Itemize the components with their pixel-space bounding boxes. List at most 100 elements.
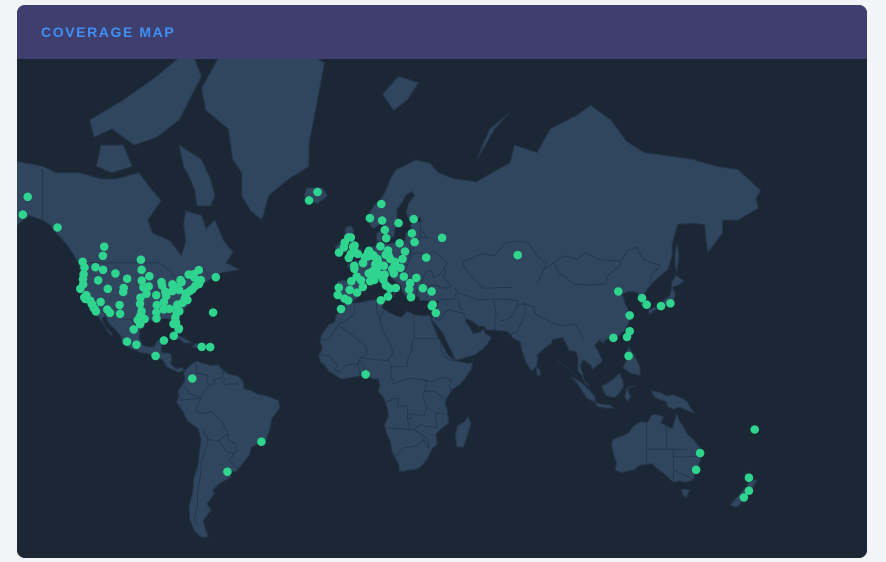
coverage-marker[interactable] <box>614 287 623 296</box>
coverage-marker[interactable] <box>739 493 749 502</box>
coverage-marker[interactable] <box>257 437 266 447</box>
coverage-marker[interactable] <box>431 308 441 318</box>
coverage-marker[interactable] <box>304 196 314 205</box>
coverage-marker[interactable] <box>96 297 105 307</box>
coverage-marker[interactable] <box>410 237 419 247</box>
coverage-marker[interactable] <box>78 257 87 267</box>
coverage-marker[interactable] <box>157 277 166 287</box>
coverage-marker[interactable] <box>184 270 193 279</box>
coverage-marker[interactable] <box>334 283 344 292</box>
coverage-marker[interactable] <box>370 271 380 280</box>
coverage-marker[interactable] <box>407 229 417 238</box>
coverage-marker[interactable] <box>380 225 390 235</box>
coverage-marker[interactable] <box>622 332 632 342</box>
coverage-marker[interactable] <box>513 250 522 260</box>
world-map[interactable] <box>17 59 867 558</box>
coverage-marker[interactable] <box>111 269 120 278</box>
coverage-marker[interactable] <box>129 325 138 334</box>
coverage-marker[interactable] <box>53 223 62 232</box>
coverage-marker[interactable] <box>145 271 154 281</box>
coverage-marker[interactable] <box>333 290 343 300</box>
coverage-marker[interactable] <box>103 284 113 294</box>
coverage-marker[interactable] <box>151 351 160 361</box>
coverage-marker[interactable] <box>23 192 32 202</box>
coverage-marker[interactable] <box>93 276 103 285</box>
coverage-marker[interactable] <box>656 301 666 311</box>
coverage-marker[interactable] <box>344 253 354 263</box>
coverage-marker[interactable] <box>152 290 161 300</box>
coverage-marker[interactable] <box>343 296 353 305</box>
coverage-marker[interactable] <box>365 213 375 223</box>
coverage-marker[interactable] <box>136 255 146 264</box>
coverage-marker[interactable] <box>624 351 633 361</box>
coverage-marker[interactable] <box>391 283 401 293</box>
coverage-marker[interactable] <box>98 251 108 261</box>
coverage-marker[interactable] <box>399 272 409 281</box>
coverage-marker[interactable] <box>377 216 387 225</box>
coverage-marker[interactable] <box>750 425 759 434</box>
coverage-marker[interactable] <box>119 283 128 293</box>
coverage-marker[interactable] <box>165 304 174 314</box>
coverage-marker[interactable] <box>389 269 399 278</box>
coverage-marker[interactable] <box>398 254 407 264</box>
coverage-marker[interactable] <box>427 287 436 296</box>
coverage-marker[interactable] <box>169 331 179 341</box>
coverage-marker[interactable] <box>361 370 370 379</box>
coverage-marker[interactable] <box>376 296 386 305</box>
coverage-marker[interactable] <box>666 299 675 308</box>
coverage-marker[interactable] <box>350 264 359 274</box>
coverage-marker[interactable] <box>350 241 359 250</box>
coverage-marker[interactable] <box>313 187 322 197</box>
coverage-marker[interactable] <box>223 467 232 477</box>
coverage-marker[interactable] <box>208 308 218 317</box>
coverage-marker[interactable] <box>345 285 355 295</box>
coverage-marker[interactable] <box>691 465 701 475</box>
coverage-marker[interactable] <box>99 242 109 251</box>
coverage-marker[interactable] <box>122 337 132 346</box>
coverage-marker[interactable] <box>137 265 146 275</box>
coverage-marker[interactable] <box>368 250 378 260</box>
coverage-marker[interactable] <box>144 282 153 291</box>
coverage-marker[interactable] <box>205 342 215 352</box>
coverage-marker[interactable] <box>409 214 419 224</box>
coverage-marker[interactable] <box>159 336 169 345</box>
coverage-marker[interactable] <box>194 265 204 275</box>
coverage-marker[interactable] <box>637 293 647 303</box>
coverage-marker[interactable] <box>352 288 362 297</box>
coverage-marker[interactable] <box>188 374 197 383</box>
coverage-marker[interactable] <box>115 309 125 319</box>
coverage-marker[interactable] <box>395 238 404 248</box>
coverage-marker[interactable] <box>377 199 386 209</box>
coverage-marker[interactable] <box>609 333 618 343</box>
coverage-marker[interactable] <box>744 473 754 483</box>
coverage-marker[interactable] <box>152 314 161 323</box>
coverage-marker[interactable] <box>105 308 115 318</box>
coverage-marker[interactable] <box>18 210 28 219</box>
coverage-marker[interactable] <box>76 284 85 294</box>
coverage-marker[interactable] <box>400 247 410 256</box>
coverage-marker[interactable] <box>176 275 185 285</box>
coverage-marker[interactable] <box>183 295 192 305</box>
coverage-marker[interactable] <box>381 233 391 243</box>
coverage-marker[interactable] <box>376 242 385 251</box>
coverage-marker[interactable] <box>197 342 206 352</box>
coverage-marker[interactable] <box>135 299 145 309</box>
coverage-marker[interactable] <box>211 272 221 282</box>
coverage-marker[interactable] <box>136 310 146 319</box>
coverage-marker[interactable] <box>336 304 346 314</box>
coverage-marker[interactable] <box>172 303 182 313</box>
world-map-svg[interactable] <box>17 59 867 558</box>
coverage-marker[interactable] <box>406 292 416 302</box>
coverage-marker[interactable] <box>334 248 344 257</box>
coverage-marker[interactable] <box>91 262 100 272</box>
coverage-marker[interactable] <box>122 274 132 283</box>
coverage-marker[interactable] <box>98 265 108 275</box>
coverage-marker[interactable] <box>625 311 634 320</box>
coverage-marker[interactable] <box>347 276 356 286</box>
coverage-marker[interactable] <box>115 300 124 310</box>
coverage-marker[interactable] <box>695 448 705 458</box>
coverage-marker[interactable] <box>421 253 431 262</box>
coverage-marker[interactable] <box>132 340 141 350</box>
coverage-marker[interactable] <box>91 307 101 316</box>
coverage-marker[interactable] <box>418 283 428 293</box>
